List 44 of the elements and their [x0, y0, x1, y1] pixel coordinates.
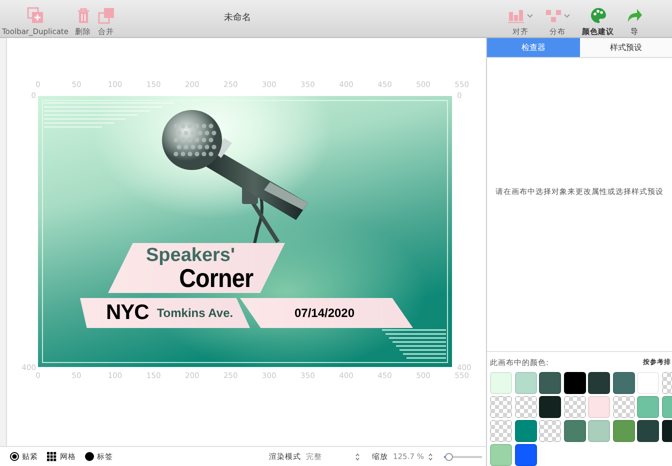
color-swatch[interactable]	[637, 396, 659, 418]
curved-arrow-icon	[626, 7, 643, 24]
color-swatch[interactable]	[514, 372, 536, 394]
squares-icon	[545, 7, 562, 24]
updown-icon	[355, 452, 360, 460]
poster-date: 07/14/2020	[294, 306, 355, 320]
transparent-swatch[interactable]	[612, 396, 634, 418]
color-swatch[interactable]	[490, 372, 512, 394]
color-swatch[interactable]	[588, 372, 610, 394]
caret-icon	[527, 14, 533, 18]
color-swatch[interactable]	[539, 396, 561, 418]
palette-icon	[590, 7, 606, 24]
poster-title: Corner	[180, 264, 254, 290]
poster-street: Tomkins Ave.	[156, 306, 234, 320]
slider-thumb[interactable]	[444, 452, 453, 460]
updown-icon	[428, 452, 433, 460]
color-swatch[interactable]	[564, 420, 586, 442]
transparent-swatch[interactable]	[514, 396, 536, 418]
overlapping-squares-icon	[98, 7, 114, 24]
transparent-swatch[interactable]	[539, 420, 561, 442]
color-swatch[interactable]	[588, 420, 610, 442]
transparent-swatch[interactable]	[564, 396, 586, 418]
color-swatch[interactable]	[637, 420, 659, 442]
panel-tab[interactable]: 检查器	[487, 38, 580, 58]
color-swatch[interactable]	[490, 444, 512, 466]
color-swatch[interactable]	[514, 420, 536, 442]
color-swatch[interactable]	[564, 372, 586, 394]
copy-plus-icon	[26, 7, 44, 24]
color-swatch[interactable]	[612, 420, 634, 442]
bar-chart-icon	[508, 7, 525, 24]
caret-icon	[564, 14, 570, 18]
dot-icon[interactable]	[85, 452, 94, 461]
radio-target-icon[interactable]	[10, 452, 19, 461]
poster-city: NYC	[106, 301, 149, 325]
color-swatch[interactable]	[612, 372, 634, 394]
poster-title: Speakers'	[146, 246, 236, 264]
panel-tab[interactable]: 样式预设	[580, 38, 672, 58]
color-swatch[interactable]	[514, 444, 536, 466]
color-swatch[interactable]	[539, 372, 561, 394]
grid-icon[interactable]	[47, 452, 57, 462]
transparent-swatch[interactable]	[490, 396, 512, 418]
document-title: 未命名	[224, 12, 251, 24]
transparent-swatch[interactable]	[490, 420, 512, 442]
color-swatch[interactable]	[588, 396, 610, 418]
